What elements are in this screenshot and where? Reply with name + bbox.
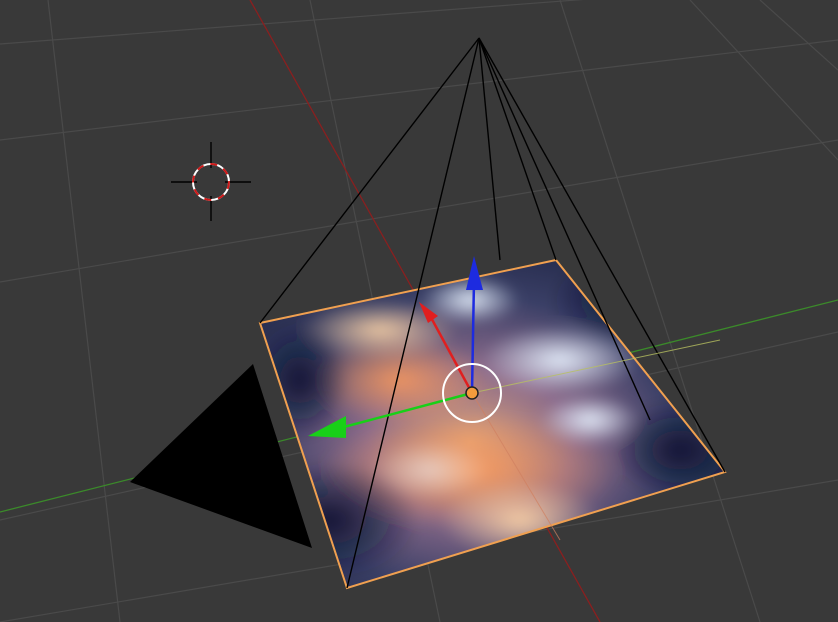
3d-cursor-icon[interactable] [171,142,251,221]
object-origin-icon [465,386,479,400]
3d-viewport[interactable] [0,0,838,622]
image-plane[interactable] [240,250,750,600]
viewport-canvas[interactable] [0,0,838,622]
manipulator-z-arrow[interactable] [466,256,483,290]
